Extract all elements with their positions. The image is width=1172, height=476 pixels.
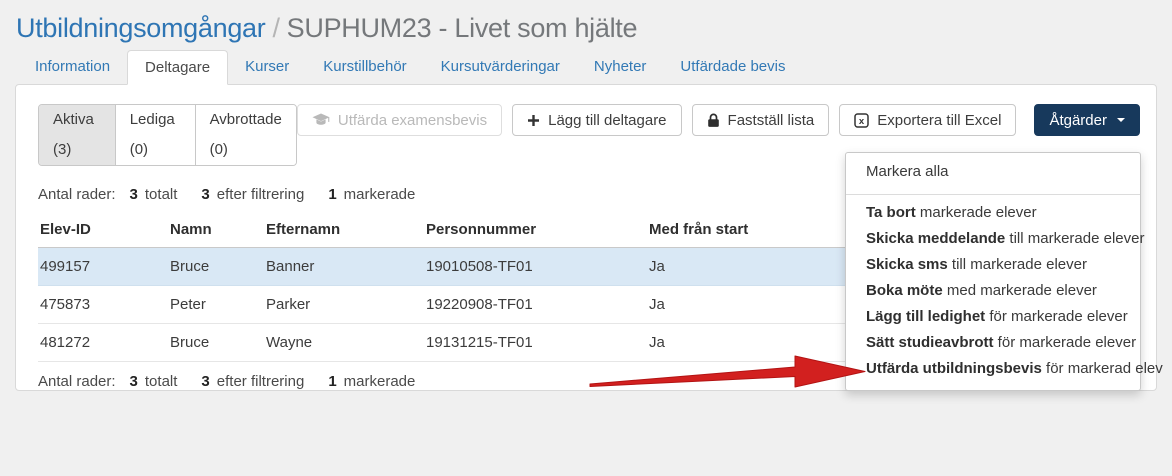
filtered-count-label: efter filtrering [217, 373, 305, 390]
issue-diploma-button[interactable]: Utfärda examensbevis [297, 104, 502, 136]
cell-efternamn: Banner [264, 248, 424, 286]
total-count: 3 [130, 373, 138, 390]
menu-item-suffix: för markerade elever [994, 334, 1137, 351]
menu-item-action: Skicka sms [866, 256, 948, 273]
tab-kurstillbehor[interactable]: Kurstillbehör [306, 50, 423, 85]
cell-efternamn: Parker [264, 286, 424, 324]
menu-item-action: Ta bort [866, 204, 916, 221]
menu-item-satt-studieavbrott[interactable]: Sätt studieavbrott för markerade elever [846, 330, 1140, 356]
marked-count-label: markerade [344, 186, 416, 203]
menu-item-action: Sätt studieavbrott [866, 334, 994, 351]
cell-personnummer: 19220908-TF01 [424, 286, 647, 324]
excel-file-icon: x [854, 113, 869, 128]
menu-item-suffix: för markerade elever [985, 308, 1128, 325]
menu-item-suffix: med markerade elever [943, 282, 1097, 299]
chevron-down-icon [1117, 118, 1125, 126]
cell-elev-id: 499157 [38, 248, 168, 286]
actions-button-label: Åtgärder [1049, 112, 1107, 129]
cell-efternamn: Wayne [264, 324, 424, 362]
filter-aktiva[interactable]: Aktiva (3) [39, 105, 116, 165]
cell-elev-id: 475873 [38, 286, 168, 324]
actions-dropdown-menu: Markera alla Ta bort markerade elever Sk… [845, 152, 1141, 391]
menu-item-action: Utfärda utbildningsbevis [866, 360, 1042, 377]
page: { "breadcrumb": { "section": "Utbildning… [0, 0, 1172, 476]
column-header-elev-id[interactable]: Elev-ID [38, 213, 168, 248]
svg-text:x: x [859, 116, 865, 127]
tab-kursutvarderingar[interactable]: Kursutvärderingar [424, 50, 577, 85]
filtered-count-label: efter filtrering [217, 186, 305, 203]
lock-icon [707, 113, 720, 128]
filter-avbrottade[interactable]: Avbrottade (0) [196, 105, 296, 165]
page-title: SUPHUM23 - Livet som hjälte [287, 13, 638, 43]
tab-deltagare[interactable]: Deltagare [127, 50, 228, 85]
cell-namn: Bruce [168, 248, 264, 286]
tab-bar: Information Deltagare Kurser Kurstillbeh… [18, 50, 1172, 85]
tab-information[interactable]: Information [18, 50, 127, 85]
total-count-label: totalt [145, 186, 178, 203]
total-count-label: totalt [145, 373, 178, 390]
graduation-cap-icon [312, 113, 330, 127]
menu-item-action: Boka möte [866, 282, 943, 299]
marked-count: 1 [328, 186, 336, 203]
breadcrumb-section-link[interactable]: Utbildningsomgångar [16, 13, 265, 43]
add-participant-button[interactable]: Lägg till deltagare [512, 104, 681, 136]
column-header-personnummer[interactable]: Personnummer [424, 213, 647, 248]
tab-kurser[interactable]: Kurser [228, 50, 306, 85]
cell-elev-id: 481272 [38, 324, 168, 362]
menu-item-action: Skicka meddelande [866, 230, 1005, 247]
issue-diploma-label: Utfärda examensbevis [338, 112, 487, 129]
menu-item-lagg-till-ledighet[interactable]: Lägg till ledighet för markerade elever [846, 304, 1140, 330]
finalize-list-label: Fastställ lista [728, 112, 815, 129]
plus-icon [527, 114, 540, 127]
finalize-list-button[interactable]: Fastställ lista [692, 104, 830, 136]
menu-item-ta-bort[interactable]: Ta bort markerade elever [846, 200, 1140, 226]
page-header: Utbildningsomgångar/ SUPHUM23 - Livet som… [0, 0, 1172, 50]
menu-item-boka-mote[interactable]: Boka möte med markerade elever [846, 278, 1140, 304]
filtered-count: 3 [201, 186, 209, 203]
marked-count-label: markerade [344, 373, 416, 390]
breadcrumb: Utbildningsomgångar/ SUPHUM23 - Livet som… [16, 13, 1156, 44]
filtered-count: 3 [201, 373, 209, 390]
menu-item-utfarda-utbildningsbevis[interactable]: Utfärda utbildningsbevis för markerad el… [846, 356, 1140, 382]
menu-item-skicka-sms[interactable]: Skicka sms till markerade elever [846, 252, 1140, 278]
tab-nyheter[interactable]: Nyheter [577, 50, 664, 85]
column-header-namn[interactable]: Namn [168, 213, 264, 248]
filter-lediga[interactable]: Lediga (0) [116, 105, 196, 165]
cell-namn: Bruce [168, 324, 264, 362]
menu-item-action: Lägg till ledighet [866, 308, 985, 325]
actions-dropdown-button[interactable]: Åtgärder [1034, 104, 1140, 136]
marked-count: 1 [328, 373, 336, 390]
menu-item-suffix: till markerade elever [1005, 230, 1144, 247]
row-counts-label: Antal rader: [38, 373, 116, 390]
breadcrumb-separator: / [272, 13, 279, 43]
menu-item-suffix: markerade elever [916, 204, 1037, 221]
tab-utfardade-bevis[interactable]: Utfärdade bevis [663, 50, 802, 85]
menu-item-markera-alla[interactable]: Markera alla [846, 153, 1140, 190]
cell-namn: Peter [168, 286, 264, 324]
row-counts-label: Antal rader: [38, 186, 116, 203]
total-count: 3 [130, 186, 138, 203]
menu-divider [846, 194, 1140, 195]
cell-personnummer: 19010508-TF01 [424, 248, 647, 286]
column-header-efternamn[interactable]: Efternamn [264, 213, 424, 248]
toolbar-actions: Utfärda examensbevis Lägg till deltagare… [297, 104, 1140, 136]
export-excel-button[interactable]: x Exportera till Excel [839, 104, 1016, 136]
menu-item-suffix: för markerad elev [1042, 360, 1163, 377]
add-participant-label: Lägg till deltagare [548, 112, 666, 129]
export-excel-label: Exportera till Excel [877, 112, 1001, 129]
menu-item-suffix: till markerade elever [948, 256, 1087, 273]
status-filter-group: Aktiva (3) Lediga (0) Avbrottade (0) [38, 104, 297, 166]
cell-personnummer: 19131215-TF01 [424, 324, 647, 362]
menu-item-skicka-meddelande[interactable]: Skicka meddelande till markerade elever [846, 226, 1140, 252]
